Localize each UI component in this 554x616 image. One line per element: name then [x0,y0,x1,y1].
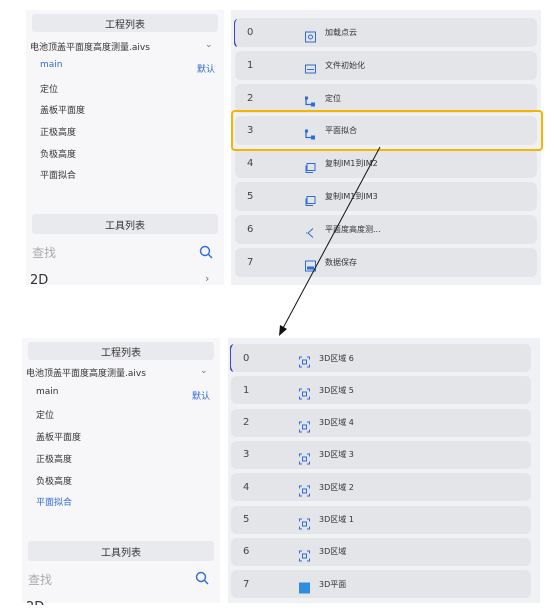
bottom-tree-item-positive-height[interactable]: 正极高度 [36,452,72,465]
3d-region-icon [299,385,310,400]
bottom-step-label: 3D区域 6 [319,353,354,363]
3d-region-icon [299,546,310,562]
top-step-label: 定位 [325,93,341,103]
bottom-tool-list-header: 工具列表 [28,541,214,561]
bottom-step-number: 5 [243,514,250,525]
bottom-tree-item-main[interactable]: main [36,387,59,397]
bottom-engineering-list-header: 工程列表 [28,342,214,360]
3d-region-icon [299,449,310,465]
bottom-step-6[interactable]: 6 3D区域 [231,537,531,566]
top-step-0[interactable]: 0 加载点云 [235,18,537,47]
bottom-step-number: 0 [243,352,250,364]
top-tool-list-title: 工具列表 [105,220,145,232]
top-highlight-box [231,110,543,151]
bottom-step-5[interactable]: 5 3D区域 1 [231,505,531,534]
bottom-category-2d[interactable]: 2D [26,600,44,605]
bottom-project-chevron-down-icon[interactable]: ⌄ [200,366,208,376]
top-step-6[interactable]: 6 平面度高度测... [235,214,537,244]
top-tree-item-cover-flatness[interactable]: 盖板平面度 [40,103,85,116]
top-category-2d[interactable]: 2D [30,273,48,285]
bottom-step-number: 4 [243,481,250,493]
bottom-step-number: 6 [243,546,250,558]
bottom-step-label: 3D区域 4 [319,418,354,428]
top-project-chevron-down-icon[interactable]: ⌄ [205,40,213,50]
bottom-project-file[interactable]: 电池顶盖平面度高度测量.aivs [26,366,146,379]
top-engineering-list-header: 工程列表 [32,14,218,32]
top-search-input[interactable]: 查找 [32,244,56,261]
file-init-icon [305,60,316,74]
top-step-label: 数据保存 [325,257,357,267]
top-step-label: 复制IM1到IM2 [325,159,378,169]
top-step-number: 0 [247,27,254,38]
top-tree-default-badge: 默认 [197,65,216,75]
top-tree-item-plane-fit[interactable]: 平面拟合 [40,168,76,181]
top-step-2[interactable]: 2 定位 [235,83,537,113]
bottom-step-label: 3D区域 2 [319,482,354,492]
top-step-7[interactable]: 7 数据保存 [235,247,537,277]
bottom-engineering-list-title: 工程列表 [101,347,141,359]
bottom-tree-item-cover-flatness[interactable]: 盖板平面度 [36,430,81,443]
bottom-step-number: 1 [243,384,250,396]
bottom-step-number: 3 [243,449,250,461]
top-tree-item-locate[interactable]: 定位 [40,82,58,95]
bottom-step-2[interactable]: 2 3D区域 4 [231,408,531,437]
top-step-label: 复制IM1到IM3 [325,192,378,201]
bottom-step-number: 2 [243,417,250,429]
top-tree-item-positive-height[interactable]: 正极高度 [40,125,76,138]
top-step-label: 加载点云 [325,28,357,37]
top-tree-item-negative-height[interactable]: 负极高度 [40,147,76,160]
top-step-5[interactable]: 5 复制IM1到IM3 [235,182,537,211]
bottom-step-label: 3D平面 [319,579,347,589]
bottom-step-number: 7 [243,578,250,590]
bottom-step-7[interactable]: 7 3D平面 [231,570,531,599]
top-engineering-list-title: 工程列表 [105,19,145,31]
top-step-1[interactable]: 1 文件初始化 [235,50,537,80]
top-step-4[interactable]: 4 复制IM1到IM2 [235,149,537,179]
top-category-chevron-right-icon[interactable]: › [205,272,209,285]
3d-region-icon [299,482,310,497]
top-step-number: 7 [247,256,254,268]
top-step-label: 平面度高度测... [325,224,381,234]
top-tree-item-main[interactable]: main [40,60,63,70]
bottom-search-input[interactable]: 查找 [28,571,52,588]
bottom-tree-item-plane-fit[interactable]: 平面拟合 [36,495,72,508]
bottom-step-3[interactable]: 3 3D区域 3 [231,440,531,469]
bottom-tree-item-negative-height[interactable]: 负极高度 [36,474,72,487]
top-step-number: 5 [247,191,254,202]
measure-icon [305,224,316,239]
bottom-tool-list-title: 工具列表 [101,547,141,559]
bottom-step-4[interactable]: 4 3D区域 2 [231,473,531,502]
3d-region-icon [299,353,310,368]
top-project-file[interactable]: 电池顶盖平面度高度测量.aivs [30,40,150,53]
top-search-icon[interactable] [199,244,213,263]
copy-image-icon [305,191,316,206]
bottom-step-label: 3D区域 3 [319,450,354,460]
locate-icon [305,93,316,107]
bottom-step-label: 3D区域 1 [319,515,354,524]
bottom-step-0[interactable]: 0 3D区域 6 [231,344,531,372]
top-step-number: 2 [247,92,254,104]
top-step-number: 6 [247,223,254,235]
bottom-step-label: 3D区域 5 [319,385,354,395]
top-tool-list-header: 工具列表 [32,214,218,234]
3d-region-icon [299,417,310,433]
bottom-step-label: 3D区域 [319,547,347,557]
bottom-tree-item-locate[interactable]: 定位 [36,408,54,421]
top-step-number: 4 [247,158,254,170]
bottom-step-1[interactable]: 1 3D区域 5 [231,376,531,405]
load-pointcloud-icon [305,27,316,42]
3d-plane-icon [299,579,310,594]
bottom-search-icon[interactable] [195,570,209,589]
copy-image-icon [305,158,316,173]
save-data-icon [305,257,316,272]
top-step-label: 文件初始化 [325,60,365,70]
top-step-number: 1 [247,59,254,71]
bottom-tree-default-badge: 默认 [192,392,211,402]
3d-region-icon [299,514,310,529]
